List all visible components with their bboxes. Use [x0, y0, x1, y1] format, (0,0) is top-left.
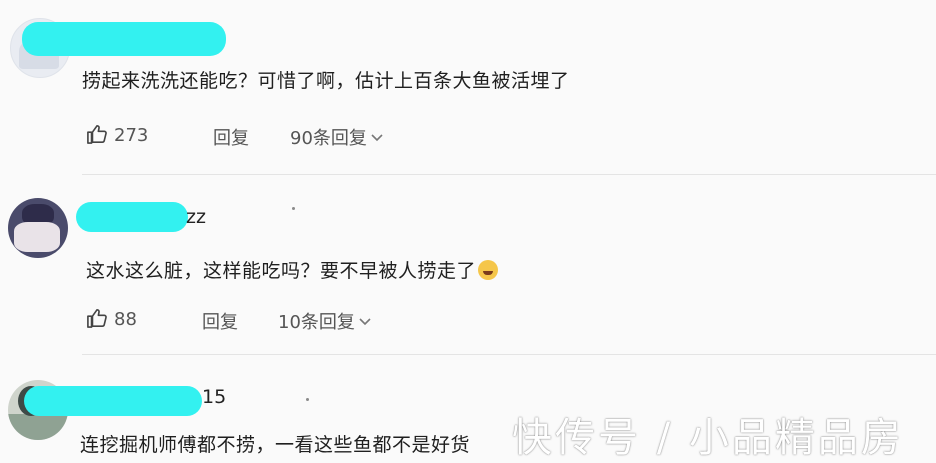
- username-suffix: 15: [202, 386, 227, 408]
- view-replies-button[interactable]: 10条回复: [278, 308, 371, 334]
- divider: [82, 174, 936, 175]
- divider: [82, 354, 936, 355]
- comment-text: 连挖掘机师傅都不捞，一看这些鱼都不是好货: [80, 434, 471, 456]
- grinning-sweat-emoji: [478, 260, 499, 280]
- replies-count-label: 90条回复: [290, 128, 367, 149]
- like-count: 88: [114, 309, 137, 330]
- comment-text: 这水这么脏，这样能吃吗？要不早被人捞走了: [86, 256, 499, 283]
- username-redaction: [22, 22, 226, 56]
- chevron-down-icon: [359, 318, 371, 326]
- replies-count-label: 10条回复: [278, 312, 355, 333]
- like-count: 273: [114, 125, 149, 146]
- username-redaction: [76, 202, 188, 232]
- reply-button[interactable]: 回复: [202, 308, 238, 334]
- like-button[interactable]: 273: [86, 124, 148, 146]
- separator-dot: [306, 398, 309, 401]
- username-redaction: [24, 386, 202, 416]
- reply-button[interactable]: 回复: [213, 124, 249, 150]
- username-suffix: zz: [186, 206, 206, 228]
- like-button[interactable]: 88: [86, 308, 137, 330]
- thumbs-up-icon: [87, 309, 107, 328]
- chevron-down-icon: [371, 134, 383, 142]
- avatar[interactable]: [8, 198, 68, 258]
- thumbs-up-icon: [87, 125, 107, 144]
- watermark: 快传号 / 小品精品房: [512, 415, 904, 461]
- comment-text: 捞起来洗洗还能吃？可惜了啊，估计上百条大鱼被活埋了: [82, 70, 570, 92]
- separator-dot: [292, 207, 295, 210]
- view-replies-button[interactable]: 90条回复: [290, 124, 383, 150]
